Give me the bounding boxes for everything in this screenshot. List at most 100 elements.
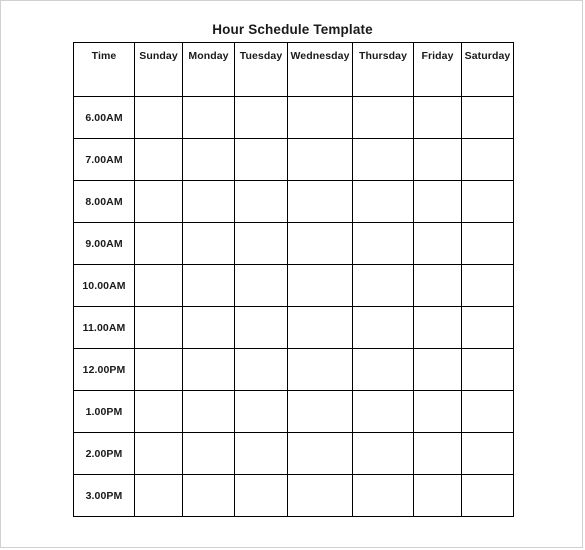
schedule-cell-tuesday[interactable] bbox=[234, 96, 288, 139]
schedule-cell-wednesday[interactable] bbox=[287, 96, 353, 139]
table-row: 11.00AM bbox=[73, 306, 514, 349]
schedule-cell-sunday[interactable] bbox=[134, 432, 183, 475]
schedule-cell-tuesday[interactable] bbox=[234, 138, 288, 181]
schedule-cell-saturday[interactable] bbox=[461, 180, 514, 223]
schedule-cell-thursday[interactable] bbox=[352, 474, 414, 517]
schedule-cell-sunday[interactable] bbox=[134, 180, 183, 223]
schedule-cell-thursday[interactable] bbox=[352, 222, 414, 265]
schedule-cell-wednesday[interactable] bbox=[287, 306, 353, 349]
schedule-cell-thursday[interactable] bbox=[352, 180, 414, 223]
time-label: 1.00PM bbox=[73, 390, 135, 433]
schedule-cell-friday[interactable] bbox=[413, 138, 462, 181]
schedule-cell-monday[interactable] bbox=[182, 96, 235, 139]
schedule-cell-friday[interactable] bbox=[413, 474, 462, 517]
schedule-cell-sunday[interactable] bbox=[134, 348, 183, 391]
schedule-cell-monday[interactable] bbox=[182, 432, 235, 475]
schedule-table: Time Sunday Monday Tuesday Wednesday Thu… bbox=[73, 42, 514, 517]
table-row: 6.00AM bbox=[73, 96, 514, 139]
table-row: 2.00PM bbox=[73, 432, 514, 475]
schedule-cell-wednesday[interactable] bbox=[287, 390, 353, 433]
schedule-cell-friday[interactable] bbox=[413, 348, 462, 391]
schedule-cell-thursday[interactable] bbox=[352, 138, 414, 181]
schedule-cell-tuesday[interactable] bbox=[234, 180, 288, 223]
schedule-cell-monday[interactable] bbox=[182, 138, 235, 181]
schedule-cell-thursday[interactable] bbox=[352, 96, 414, 139]
table-row: 3.00PM bbox=[73, 474, 514, 517]
column-header-time[interactable]: Time bbox=[73, 42, 135, 97]
schedule-cell-monday[interactable] bbox=[182, 474, 235, 517]
schedule-cell-friday[interactable] bbox=[413, 390, 462, 433]
schedule-cell-saturday[interactable] bbox=[461, 96, 514, 139]
schedule-cell-monday[interactable] bbox=[182, 390, 235, 433]
schedule-cell-friday[interactable] bbox=[413, 306, 462, 349]
schedule-cell-thursday[interactable] bbox=[352, 390, 414, 433]
schedule-cell-thursday[interactable] bbox=[352, 432, 414, 475]
schedule-cell-wednesday[interactable] bbox=[287, 180, 353, 223]
table-row: 9.00AM bbox=[73, 222, 514, 265]
schedule-cell-tuesday[interactable] bbox=[234, 432, 288, 475]
schedule-cell-wednesday[interactable] bbox=[287, 474, 353, 517]
column-header-wednesday[interactable]: Wednesday bbox=[287, 42, 353, 97]
table-row: 1.00PM bbox=[73, 390, 514, 433]
schedule-cell-saturday[interactable] bbox=[461, 390, 514, 433]
schedule-cell-saturday[interactable] bbox=[461, 348, 514, 391]
schedule-cell-wednesday[interactable] bbox=[287, 264, 353, 307]
schedule-cell-saturday[interactable] bbox=[461, 264, 514, 307]
time-label: 2.00PM bbox=[73, 432, 135, 475]
schedule-cell-sunday[interactable] bbox=[134, 96, 183, 139]
time-label: 10.00AM bbox=[73, 264, 135, 307]
schedule-cell-thursday[interactable] bbox=[352, 264, 414, 307]
schedule-cell-tuesday[interactable] bbox=[234, 474, 288, 517]
schedule-cell-friday[interactable] bbox=[413, 432, 462, 475]
column-header-tuesday[interactable]: Tuesday bbox=[234, 42, 288, 97]
schedule-cell-saturday[interactable] bbox=[461, 222, 514, 265]
schedule-cell-wednesday[interactable] bbox=[287, 138, 353, 181]
time-label: 11.00AM bbox=[73, 306, 135, 349]
table-row: 10.00AM bbox=[73, 264, 514, 307]
table-header: Time Sunday Monday Tuesday Wednesday Thu… bbox=[73, 42, 514, 97]
schedule-cell-saturday[interactable] bbox=[461, 306, 514, 349]
schedule-cell-sunday[interactable] bbox=[134, 138, 183, 181]
schedule-cell-sunday[interactable] bbox=[134, 474, 183, 517]
schedule-cell-friday[interactable] bbox=[413, 222, 462, 265]
schedule-cell-wednesday[interactable] bbox=[287, 432, 353, 475]
column-header-thursday[interactable]: Thursday bbox=[352, 42, 414, 97]
table-body: 6.00AM 7.00AM 8.00AM 9.00AM 10.00AM 11.0… bbox=[73, 96, 514, 517]
column-header-monday[interactable]: Monday bbox=[182, 42, 235, 97]
schedule-cell-wednesday[interactable] bbox=[287, 222, 353, 265]
time-label: 9.00AM bbox=[73, 222, 135, 265]
time-label: 12.00PM bbox=[73, 348, 135, 391]
schedule-cell-tuesday[interactable] bbox=[234, 306, 288, 349]
time-label: 6.00AM bbox=[73, 96, 135, 139]
schedule-cell-saturday[interactable] bbox=[461, 432, 514, 475]
schedule-cell-thursday[interactable] bbox=[352, 348, 414, 391]
column-header-friday[interactable]: Friday bbox=[413, 42, 462, 97]
schedule-cell-friday[interactable] bbox=[413, 180, 462, 223]
schedule-cell-monday[interactable] bbox=[182, 348, 235, 391]
schedule-cell-wednesday[interactable] bbox=[287, 348, 353, 391]
column-header-sunday[interactable]: Sunday bbox=[134, 42, 183, 97]
schedule-cell-monday[interactable] bbox=[182, 306, 235, 349]
schedule-cell-tuesday[interactable] bbox=[234, 390, 288, 433]
schedule-cell-sunday[interactable] bbox=[134, 306, 183, 349]
schedule-cell-friday[interactable] bbox=[413, 96, 462, 139]
time-label: 7.00AM bbox=[73, 138, 135, 181]
schedule-cell-thursday[interactable] bbox=[352, 306, 414, 349]
schedule-cell-tuesday[interactable] bbox=[234, 264, 288, 307]
schedule-cell-monday[interactable] bbox=[182, 180, 235, 223]
column-header-saturday[interactable]: Saturday bbox=[461, 42, 514, 97]
schedule-cell-sunday[interactable] bbox=[134, 222, 183, 265]
schedule-cell-saturday[interactable] bbox=[461, 138, 514, 181]
schedule-cell-monday[interactable] bbox=[182, 264, 235, 307]
schedule-cell-sunday[interactable] bbox=[134, 390, 183, 433]
schedule-cell-tuesday[interactable] bbox=[234, 348, 288, 391]
page-title: Hour Schedule Template bbox=[212, 22, 373, 37]
table-row: 12.00PM bbox=[73, 348, 514, 391]
schedule-cell-tuesday[interactable] bbox=[234, 222, 288, 265]
table-header-row: Time Sunday Monday Tuesday Wednesday Thu… bbox=[73, 42, 514, 97]
document-page: Hour Schedule Template Time Sunday Monda… bbox=[0, 0, 583, 548]
schedule-cell-friday[interactable] bbox=[413, 264, 462, 307]
schedule-cell-monday[interactable] bbox=[182, 222, 235, 265]
schedule-cell-saturday[interactable] bbox=[461, 474, 514, 517]
schedule-cell-sunday[interactable] bbox=[134, 264, 183, 307]
